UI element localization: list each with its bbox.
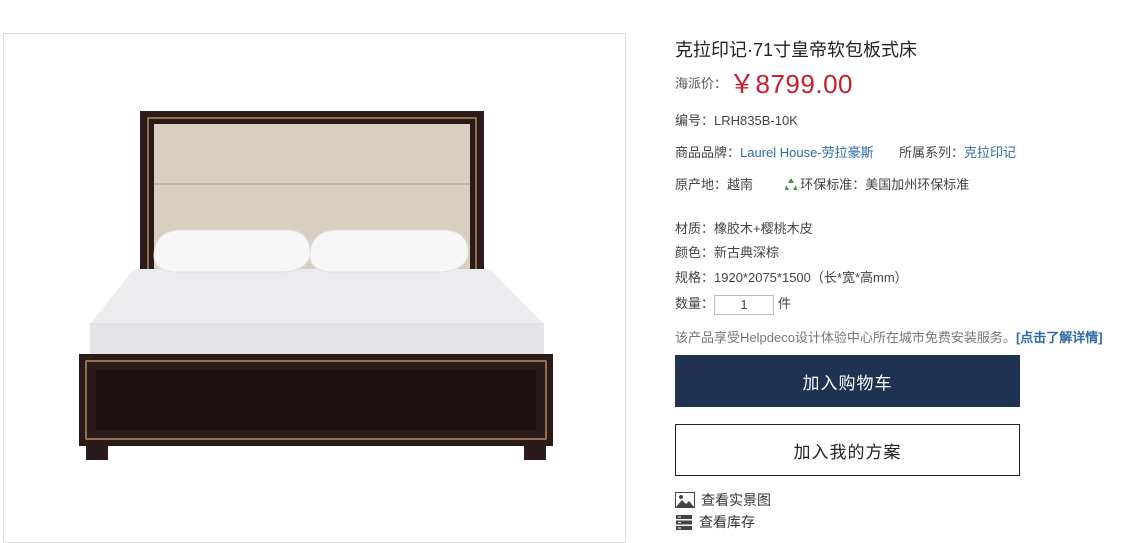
quantity-row: 数量： 1 件 [675,293,791,315]
product-image [3,33,626,543]
code-value: LRH835B-10K [714,113,798,128]
add-to-plan-button[interactable]: 加入我的方案 [675,424,1020,476]
color-label: 颜色： [675,245,715,260]
price-label: 海派价： [675,76,728,91]
spec-row: 规格：1920*2075*1500（长*宽*高mm） [675,267,908,286]
brand-label: 商品品牌： [675,145,741,160]
code-label: 编号： [675,113,715,128]
install-text: 该产品享受Helpdeco设计体验中心所在城市免费安装服务。 [675,330,1016,345]
series-label: 所属系列： [898,145,964,160]
price-value: ￥8799.00 [729,69,853,99]
origin-value: 越南 [727,177,754,192]
view-photos-link[interactable]: 查看实景图 [675,490,771,510]
origin-label: 原产地： [675,177,728,192]
install-notice: 该产品享受Helpdeco设计体验中心所在城市免费安装服务。[点击了解详情] [675,327,1103,346]
color-value: 新古典深棕 [714,245,780,260]
product-title: 克拉印记·71寸皇帝软包板式床 [675,40,918,60]
stock-icon [676,515,692,530]
spec-value: 1920*2075*1500（长*宽*高mm） [714,270,908,285]
view-stock-link[interactable]: 查看库存 [675,512,755,532]
add-to-cart-button[interactable]: 加入购物车 [675,355,1020,407]
origin-row: 原产地：越南 环保标准：美国加州环保标准 [675,174,969,193]
series-link[interactable]: 克拉印记 [964,145,1016,160]
quantity-input[interactable]: 1 [714,294,775,315]
brand-link[interactable]: Laurel House-劳拉豪斯 [740,145,874,160]
recycle-icon [784,177,798,191]
code-row: 编号：LRH835B-10K [675,110,798,129]
material-row: 材质：橡胶木+樱桃木皮 [675,218,813,237]
quantity-unit: 件 [778,296,792,311]
material-label: 材质： [675,221,715,236]
bed-illustration [79,111,553,460]
material-value: 橡胶木+樱桃木皮 [714,221,813,236]
view-photos-label: 查看实景图 [701,492,771,508]
brand-row: 商品品牌：Laurel House-劳拉豪斯 所属系列：克拉印记 [675,142,1016,161]
install-detail-link[interactable]: [点击了解详情] [1016,330,1103,345]
quantity-label: 数量： [675,296,715,311]
view-stock-label: 查看库存 [699,514,755,530]
eco-label: 环保标准： [800,177,866,192]
price-row: 海派价：￥8799.00 [675,64,853,101]
image-icon [675,492,695,508]
eco-value: 美国加州环保标准 [865,177,970,192]
color-row: 颜色：新古典深棕 [675,242,779,261]
spec-label: 规格： [675,270,715,285]
